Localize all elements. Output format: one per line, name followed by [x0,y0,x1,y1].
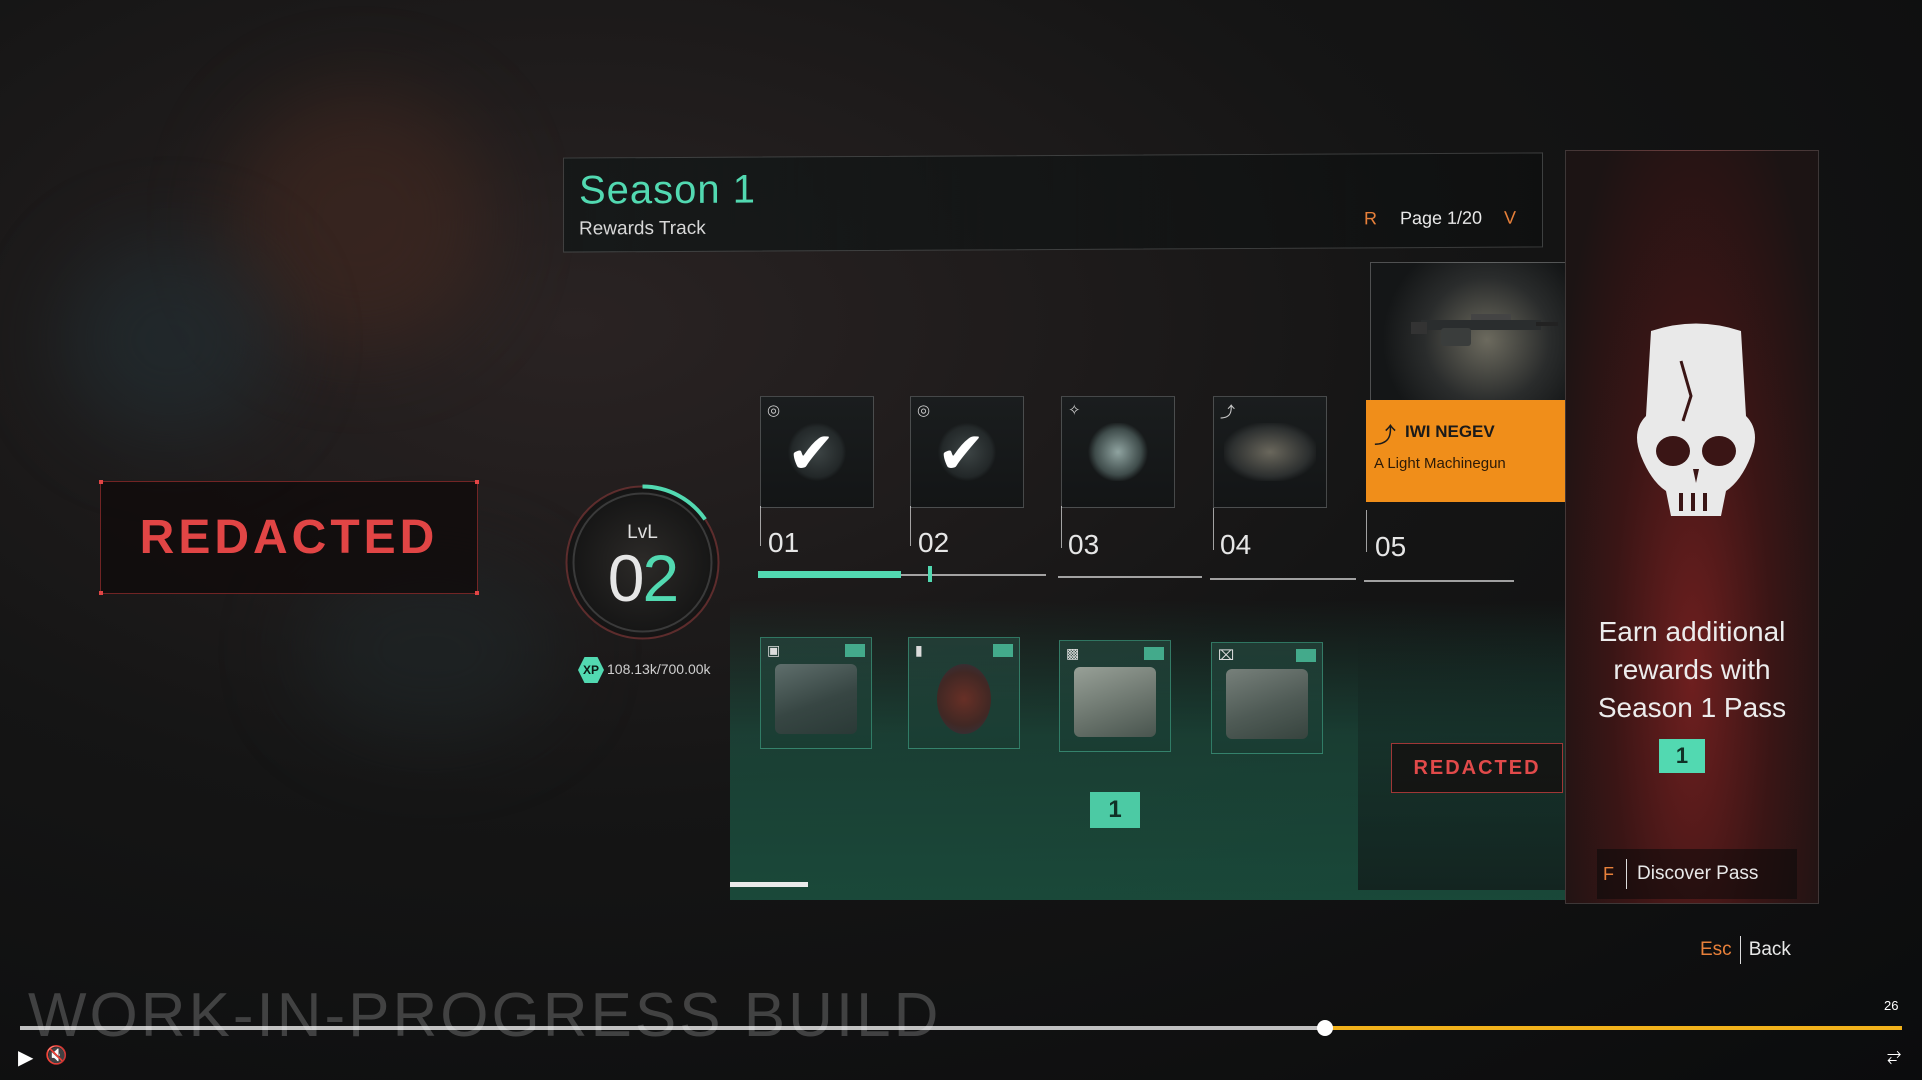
spray-icon: ▮ [915,642,923,658]
tier-tick [910,506,911,546]
prev-page-key[interactable]: R [1364,208,1377,229]
reward-card-04[interactable]: ⤴ [1213,396,1327,508]
premium-reward-card-02[interactable]: ▮ [908,637,1020,749]
promo-line-3: Season 1 Pass [1597,692,1787,723]
machinegun-image [1411,314,1558,346]
tier-label-04: 04 [1220,529,1252,560]
level-value: 02 [560,540,725,616]
tier-tick [1061,506,1062,548]
spray-image [937,664,991,734]
rifle-icon: ⤴ [1220,404,1236,421]
machinegun-icon: ⤴ [1374,423,1397,448]
key-separator [1739,936,1741,964]
wip-watermark: WORK-IN-PROGRESS BUILD [28,981,942,1050]
tier-label-05: 05 [1375,531,1407,562]
pass-ticket-icon [845,644,865,657]
next-page-key[interactable]: V [1504,208,1516,229]
track-progress-marker [928,566,932,582]
target-icon: ◎ [917,402,931,419]
level-indicator: LvL 02 [560,480,725,645]
season-pass-ticket-icon: 1 [1090,792,1140,828]
reward-card-02[interactable]: ◎ ✔ [910,396,1024,508]
track-line [1058,576,1202,578]
premium-reward-card-01[interactable]: ▣ [760,637,872,749]
back-key: Esc [1700,939,1732,960]
discover-pass-key: F [1603,863,1614,884]
checkmark-icon: ✔ [937,421,986,486]
rifle-image [1224,423,1316,481]
rewards-track-subtitle: Rewards Track [579,217,706,240]
back-button[interactable]: Esc Back [1700,936,1791,964]
video-progress-buffered [1325,1026,1902,1030]
featured-reward-name: IWI NEGEV [1405,422,1495,441]
horizontal-scroll-indicator[interactable] [730,882,808,887]
vanity-item-image [1074,667,1156,737]
tier-tick [1366,510,1367,552]
season-title: Season 1 [579,167,757,213]
redacted-label: REDACTED [139,511,439,564]
video-scrubber-handle[interactable] [1317,1020,1333,1036]
checkmark-icon: ✔ [787,421,836,486]
discover-pass-button[interactable]: F Discover Pass [1597,849,1797,899]
mask-icon: ▩ [1066,645,1080,661]
season-pass-panel[interactable]: Earn additional rewards with Season 1 Pa… [1565,150,1819,904]
gear-icon: ✧ [1068,402,1081,419]
tier-label-02: 02 [918,527,950,558]
reward-card-03[interactable]: ✧ [1061,396,1175,508]
level-number: 02 [607,541,679,615]
redacted-panel-right: REDACTED [1391,743,1563,793]
season-pass-ticket-icon: 1 [1659,739,1705,773]
crate-image [775,664,857,734]
key-separator [1626,859,1627,889]
skull-emblem-icon [1637,323,1755,516]
video-progress-played [20,1026,1325,1030]
cache-icon: ⌧ [1218,647,1235,663]
track-progress-fill [758,571,901,578]
season-pass-promo-text: Earn additional rewards with Season 1 Pa… [1566,613,1818,727]
promo-line-2: rewards with [1613,654,1771,685]
pass-ticket-icon [1144,647,1164,660]
featured-reward-description: A Light Machinegun [1374,455,1506,472]
mute-icon[interactable]: 🔇 [45,1045,67,1066]
tier-tick [1213,508,1214,550]
xp-progress-text: 108.13k/700.00k [607,661,711,677]
xp-icon: XP [578,657,604,683]
pass-ticket-icon [1296,649,1316,662]
target-icon: ◎ [767,402,781,419]
discover-pass-label: Discover Pass [1637,863,1759,884]
season-header: Season 1 Rewards Track R Page 1/20 V [563,152,1543,253]
track-line [1210,578,1356,580]
page-indicator: Page 1/20 [1400,207,1483,229]
tier-label-01: 01 [768,527,800,558]
exit-fullscreen-icon[interactable]: ⥂ [1887,1045,1901,1066]
back-label: Back [1748,939,1791,960]
tier-label-03: 03 [1068,529,1100,560]
gloves-image [1088,423,1148,481]
reward-card-01[interactable]: ◎ ✔ [760,396,874,508]
redacted-label: REDACTED [1413,756,1541,779]
crate-icon: ▣ [767,642,781,658]
redacted-panel-left: REDACTED [99,480,479,595]
tier-tick [760,506,761,546]
premium-reward-card-04[interactable]: ⌧ [1211,642,1323,754]
premium-reward-card-03[interactable]: ▩ [1059,640,1171,752]
cache-image [1226,669,1308,739]
promo-line-1: Earn additional [1598,616,1786,647]
play-icon[interactable]: ▶ [18,1045,33,1070]
video-time-label: 26 [1884,998,1899,1013]
track-line [1364,580,1514,582]
pass-ticket-icon [993,644,1013,657]
